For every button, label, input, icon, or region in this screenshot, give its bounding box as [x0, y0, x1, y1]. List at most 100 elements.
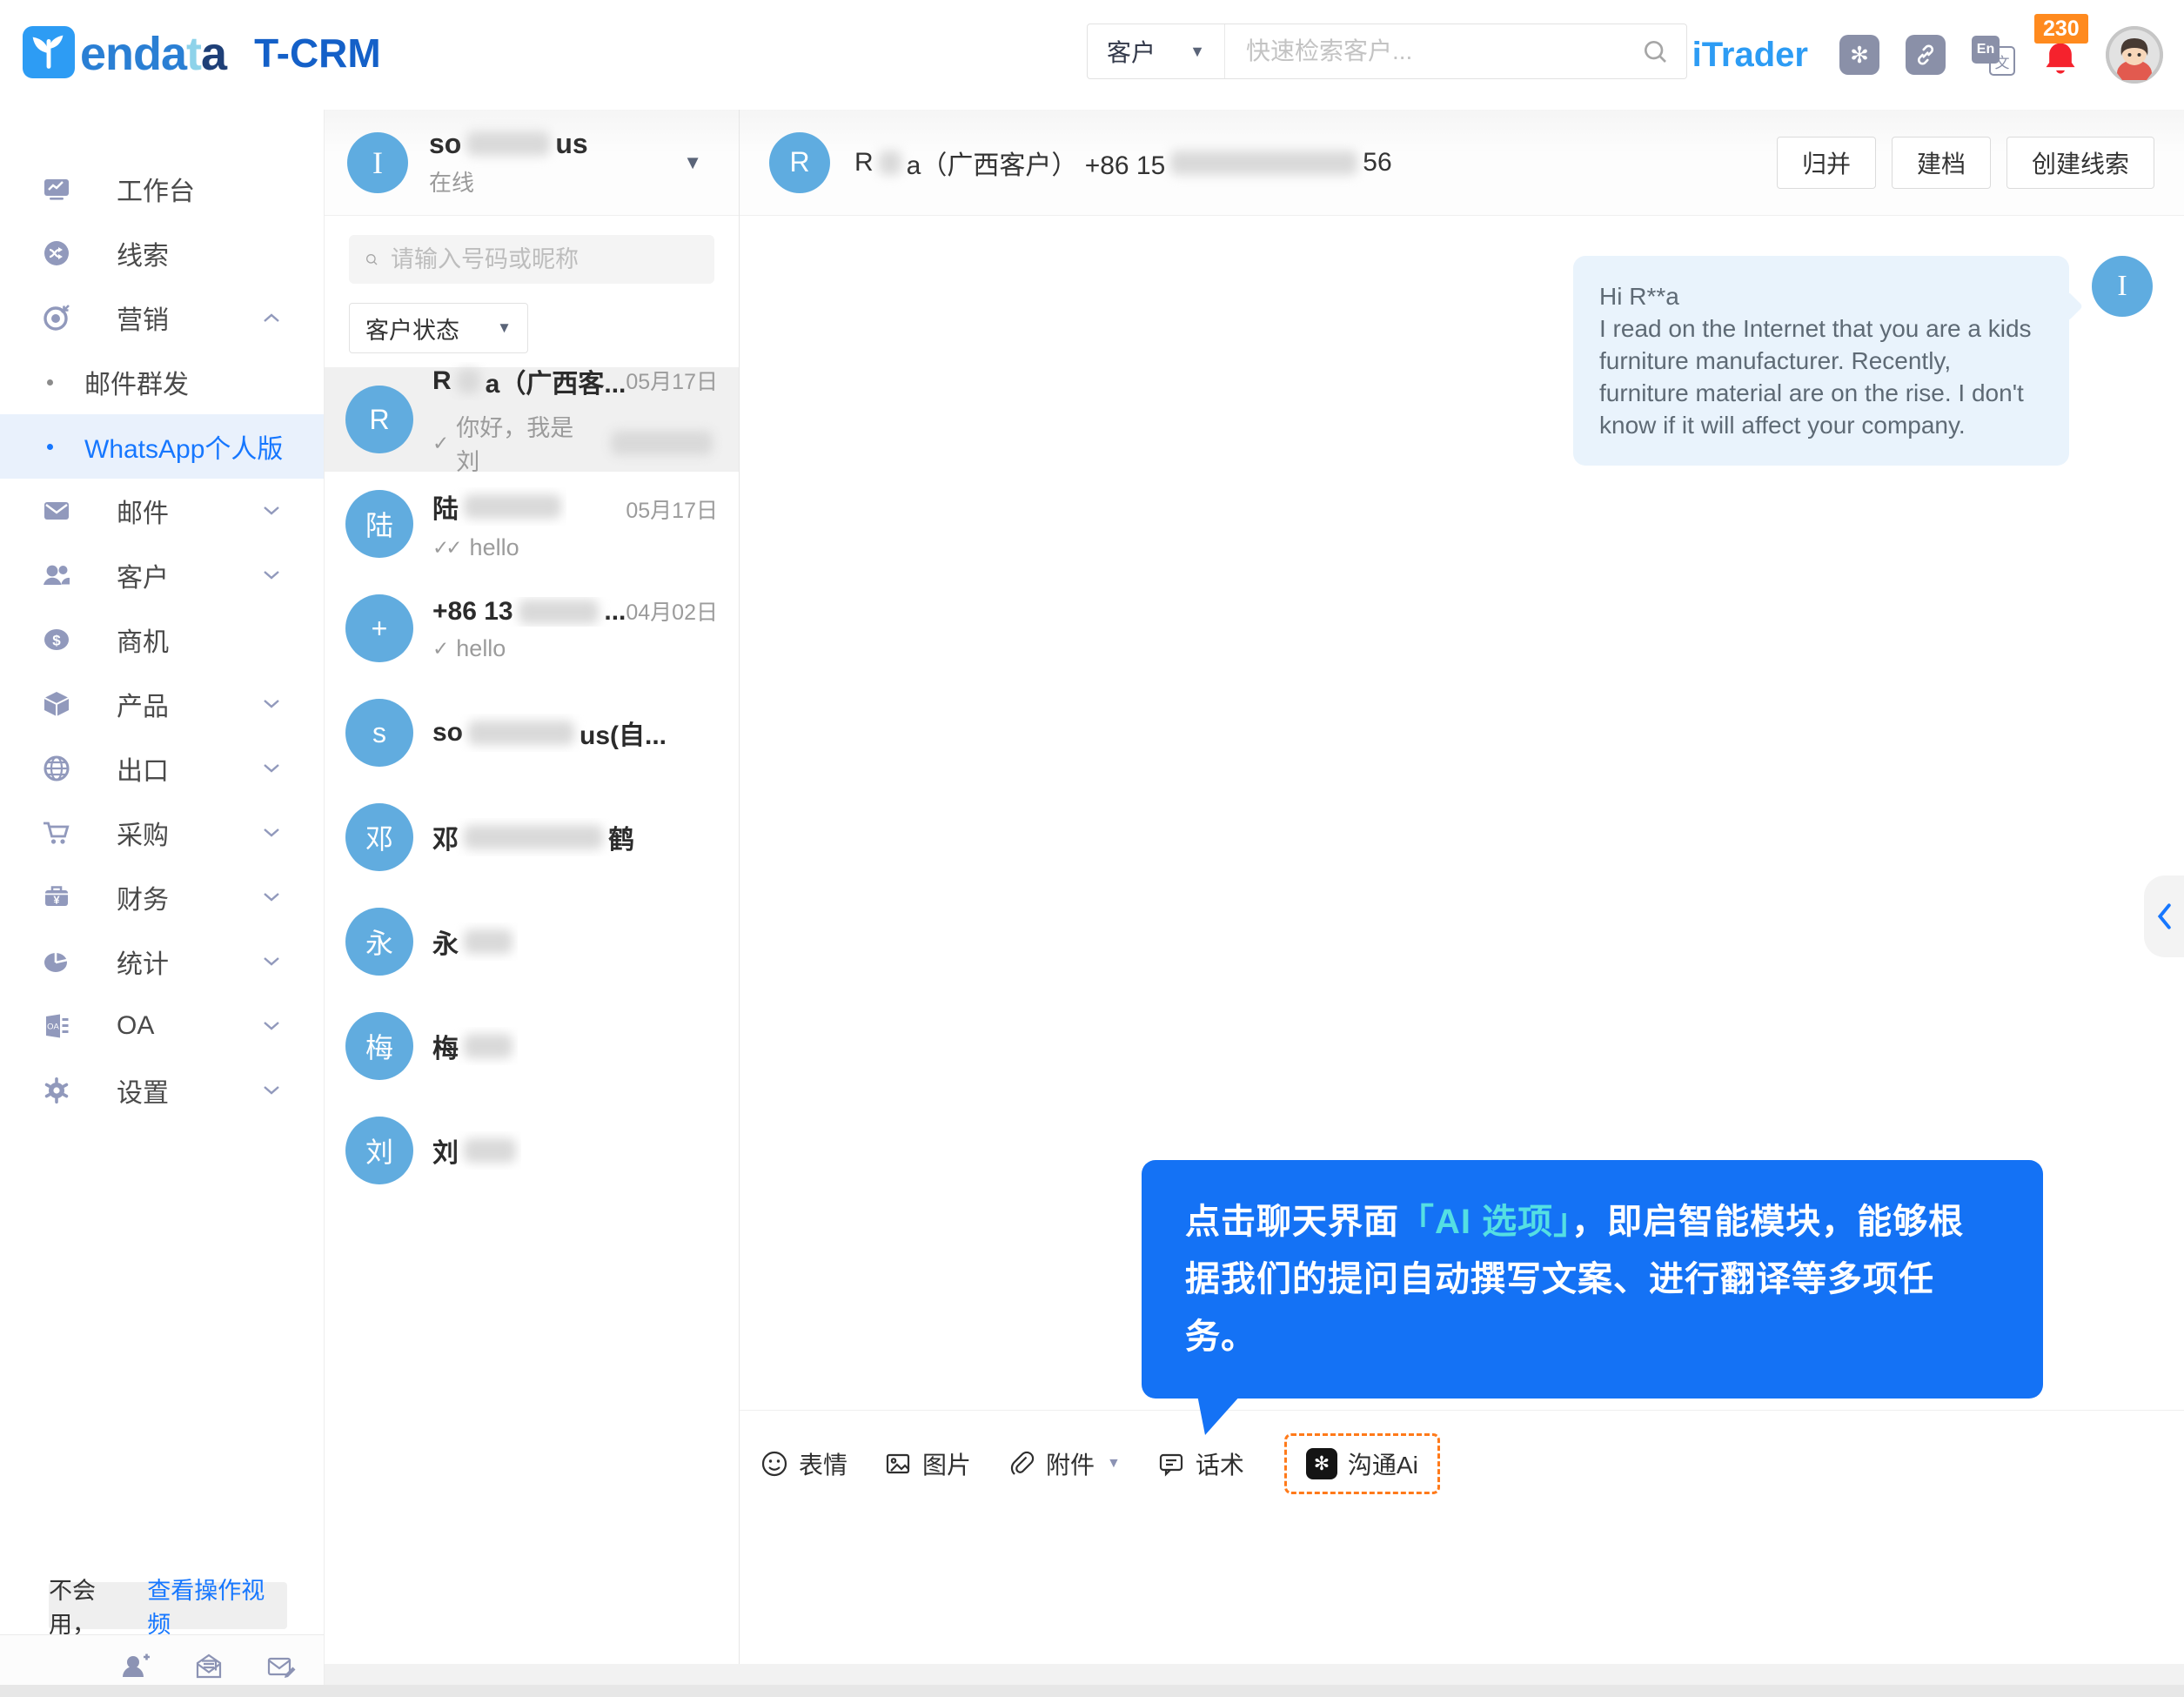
contact-list: R Ra（广西客... 05月17日 ✓ 你好，我是刘 陆 陆 05月17日 ✓… — [325, 366, 739, 1203]
account-avatar[interactable]: I — [347, 131, 408, 193]
contact-avatar: 永 — [345, 908, 413, 976]
emoji-button[interactable]: 表情 — [760, 1446, 847, 1481]
create-lead-button[interactable]: 创建线索 — [2006, 136, 2154, 189]
message-greeting: Hi R**a — [1599, 283, 1679, 310]
redacted-text — [464, 1138, 516, 1163]
notifications-bell[interactable]: 230 — [2034, 13, 2088, 83]
sidebar-item-opportunities[interactable]: $ 商机 — [0, 607, 324, 672]
search-icon[interactable] — [1641, 37, 1669, 65]
ai-feature-tooltip: 点击聊天界面「AI 选项」，即启智能模块，能够根据我们的提问自动撰写文案、进行翻… — [1142, 1160, 2043, 1435]
ai-chat-button[interactable]: ✻ 沟通Ai — [1283, 1433, 1440, 1494]
image-button[interactable]: 图片 — [884, 1446, 971, 1481]
gear-icon — [40, 1075, 73, 1106]
inbox-icon[interactable] — [193, 1651, 224, 1682]
chat-message-bubble: Hi R**a I read on the Internet that you … — [1573, 256, 2069, 466]
chevron-down-icon — [263, 1021, 280, 1031]
last-message-date: 05月17日 — [626, 370, 718, 394]
bullet-dot-icon — [47, 379, 53, 386]
customer-status-filter[interactable]: 客户状态 ▼ — [349, 303, 528, 353]
gpt-icon: ✻ — [1305, 1448, 1337, 1479]
redacted-text — [518, 599, 600, 624]
last-message-date: 05月17日 — [626, 498, 718, 523]
sidebar-item-customers[interactable]: 客户 — [0, 543, 324, 607]
message-row: Hi R**a I read on the Internet that you … — [1573, 256, 2153, 466]
top-header: endata T-CRM 客户 ▼ iTrader ✻ En 文 — [0, 0, 2184, 110]
sidebar-item-mail[interactable]: 邮件 — [0, 479, 324, 543]
contact-avatar: 邓 — [345, 803, 413, 871]
contact-item[interactable]: 邓 邓鹤 — [325, 785, 739, 889]
account-menu-caret[interactable]: ▼ — [683, 151, 702, 174]
itrader-brand: iTrader — [1692, 35, 1808, 74]
account-name: so us — [429, 127, 588, 159]
contact-item[interactable]: s so us(自... — [325, 681, 739, 785]
ai-assistant-icon[interactable]: ✻ — [1839, 35, 1879, 75]
sidebar-item-whatsapp-personal[interactable]: WhatsApp个人版 — [0, 414, 324, 479]
merge-button[interactable]: 归并 — [1776, 136, 1876, 189]
attachment-button[interactable]: 附件 ▼ — [1008, 1446, 1121, 1481]
sidebar-item-leads[interactable]: 线索 — [0, 221, 324, 285]
global-search-input[interactable] — [1225, 24, 1641, 78]
product-name: T-CRM — [254, 30, 381, 76]
sidebar-item-procurement[interactable]: 采购 — [0, 801, 324, 865]
paperclip-icon — [1010, 1451, 1035, 1475]
dashboard-icon — [40, 173, 73, 205]
watch-tutorial-link[interactable]: 查看操作视频 — [147, 1572, 287, 1640]
scripts-button[interactable]: 话术 — [1157, 1446, 1244, 1481]
sidebar-item-export[interactable]: 出口 — [0, 736, 324, 801]
redacted-text — [464, 1034, 513, 1058]
header-right-group: iTrader ✻ En 文 230 — [1692, 0, 2163, 110]
sent-check-icon: ✓ — [432, 431, 449, 454]
redacted-text — [464, 825, 603, 849]
sidebar-item-statistics[interactable]: 统计 — [0, 929, 324, 994]
svg-text:OA: OA — [47, 1023, 59, 1032]
search-category-dropdown[interactable]: 客户 ▼ — [1088, 24, 1225, 78]
oa-document-icon: OA — [40, 1010, 73, 1042]
redacted-text — [456, 369, 480, 393]
search-category-value: 客户 — [1107, 39, 1156, 66]
contact-search-input[interactable] — [391, 245, 699, 273]
contact-item[interactable]: 永 永 — [325, 889, 739, 994]
tendata-logo-icon — [23, 26, 75, 78]
compose-mail-icon[interactable] — [266, 1651, 298, 1682]
bottom-edge-strip — [0, 1685, 2184, 1697]
chevron-down-icon — [263, 506, 280, 516]
sidebar-item-settings[interactable]: 设置 — [0, 1058, 324, 1123]
speech-script-icon — [1159, 1453, 1182, 1477]
sidebar-item-marketing[interactable]: 营销 — [0, 285, 324, 350]
link-icon[interactable] — [1906, 35, 1946, 75]
dollar-icon: $ — [40, 624, 73, 655]
user-avatar[interactable] — [2106, 26, 2163, 84]
contact-item[interactable]: 刘 刘 — [325, 1098, 739, 1203]
last-message-preview: 你好，我是刘 — [456, 415, 574, 475]
redacted-text — [464, 929, 513, 954]
collapse-panel-button[interactable] — [2144, 875, 2184, 957]
global-search-bar: 客户 ▼ — [1087, 23, 1687, 79]
briefcase-yen-icon: ¥ — [40, 882, 73, 913]
sidebar-item-email-campaign[interactable]: 邮件群发 — [0, 350, 324, 414]
contact-item[interactable]: 陆 陆 05月17日 ✓✓ hello — [325, 472, 739, 576]
contact-item[interactable]: 梅 梅 — [325, 994, 739, 1098]
chat-actions: 归并 建档 创建线索 — [1776, 136, 2154, 189]
sidebar-item-workbench[interactable]: 工作台 — [0, 157, 324, 221]
account-identity: so us 在线 — [429, 128, 588, 198]
last-message-date: 04月02日 — [626, 600, 718, 625]
svg-text:$: $ — [52, 633, 61, 649]
chevron-down-icon — [263, 763, 280, 774]
translate-icon[interactable]: En 文 — [1972, 34, 2015, 76]
contact-search-box — [349, 235, 714, 284]
contact-avatar: 陆 — [345, 490, 413, 558]
contact-item[interactable]: R Ra（广西客... 05月17日 ✓ 你好，我是刘 — [325, 366, 739, 475]
add-contact-icon[interactable] — [120, 1651, 151, 1682]
app-logo[interactable]: endata T-CRM — [23, 26, 381, 78]
cube-icon — [40, 688, 73, 720]
archive-button[interactable]: 建档 — [1891, 136, 1991, 189]
sidebar-item-finance[interactable]: ¥ 财务 — [0, 865, 324, 929]
sidebar-item-oa[interactable]: OA OA — [0, 994, 324, 1058]
svg-text:¥: ¥ — [53, 894, 60, 907]
delivered-check-icon: ✓✓ — [432, 535, 462, 559]
sidebar-item-products[interactable]: 产品 — [0, 672, 324, 736]
contact-item[interactable]: + +86 13... 04月02日 ✓ hello — [325, 576, 739, 681]
message-body: I read on the Internet that you are a ki… — [1599, 315, 2032, 439]
message-sender-avatar: I — [2092, 256, 2153, 317]
peer-title: Ra（广西客户） +86 15 56 — [854, 147, 1392, 180]
